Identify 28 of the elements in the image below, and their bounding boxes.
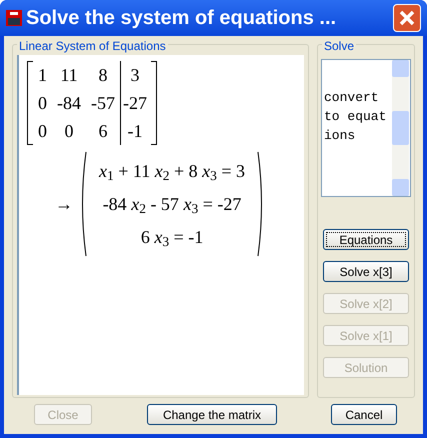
equation: 6 x$_{3}$ = -1: [140, 226, 204, 250]
matrix-cell-text: -84: [56, 92, 82, 114]
matrix-cell: -1: [120, 117, 151, 145]
matrix-cell: 8: [86, 61, 120, 89]
log-text: convert to equations: [323, 89, 388, 145]
matrix-cell-text: 0: [37, 120, 48, 142]
dialog-button[interactable]: Cancel: [331, 404, 397, 425]
matrix-cell: 3: [120, 61, 151, 89]
matrix-cell-text: 1: [37, 64, 48, 86]
log-text-area[interactable]: convert to equations: [321, 59, 411, 197]
close-button[interactable]: [393, 4, 421, 32]
matrix-cell-text: 11: [59, 64, 79, 86]
close-icon: [399, 10, 415, 26]
matrix-cell: 6: [86, 117, 120, 145]
matrix-cell-text: 0: [64, 120, 74, 142]
matrix-cell: -27: [120, 89, 151, 117]
matrix-cell-text: 0: [37, 92, 48, 114]
matrix-cell: -57: [86, 89, 120, 117]
equation: -84 x$_{2}$ - 57 x$_{3}$ = -27: [102, 192, 242, 218]
window-title: Solve the system of equations ...: [26, 6, 338, 31]
dialog-button[interactable]: Solve x[3]: [323, 261, 409, 282]
arrow-symbol: →: [55, 192, 73, 216]
dialog-button[interactable]: Change the matrix: [147, 404, 277, 425]
parenthesis-icon: [79, 151, 87, 257]
equation: x$_{1}$ + 11 x$_{2}$ + 8 x$_{3}$ = 3: [99, 160, 246, 184]
scrollbar[interactable]: [392, 60, 409, 196]
app-icon: [6, 10, 22, 26]
dialog-button[interactable]: Equations: [323, 229, 409, 250]
